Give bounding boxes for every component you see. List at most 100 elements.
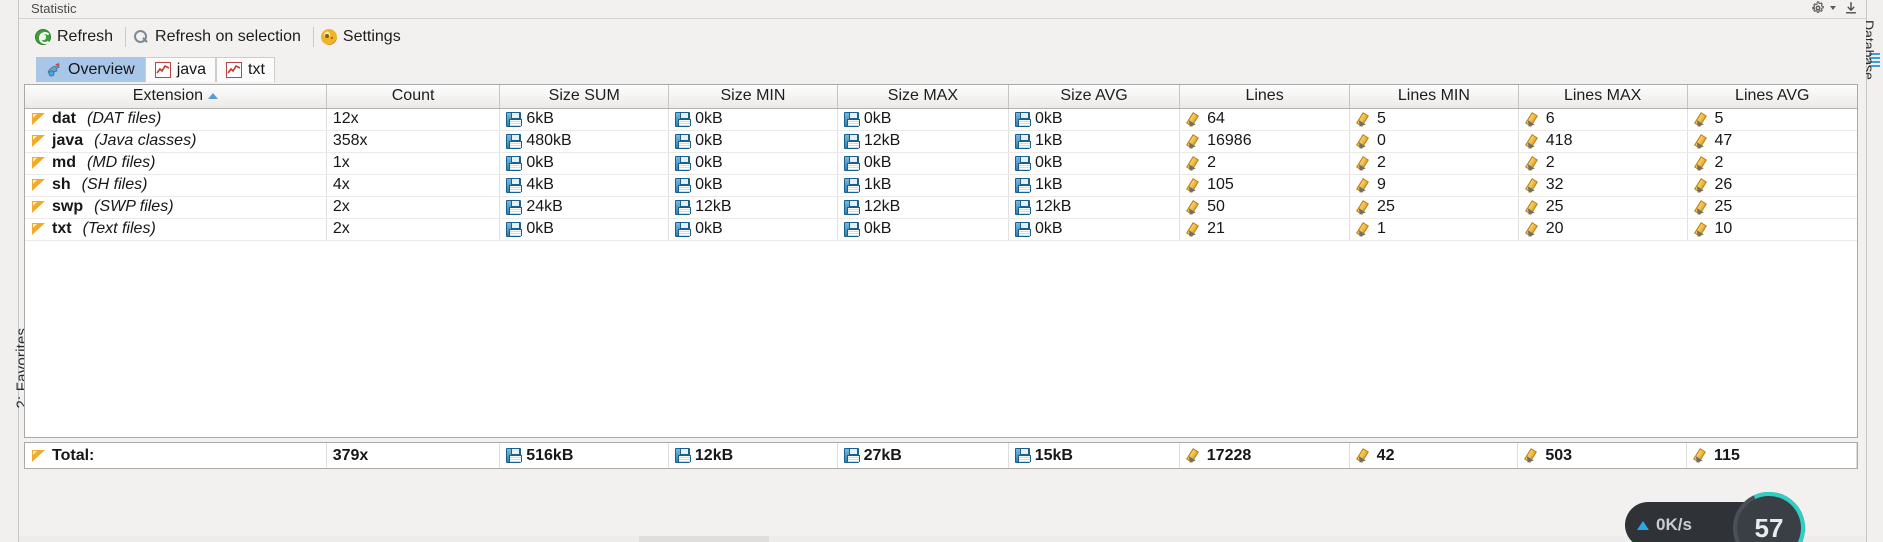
cell-total-size-sum: 516kB [499,443,669,468]
chart-icon [154,62,171,78]
column-header-extension[interactable]: Extension [25,85,327,109]
pencil-icon [1356,178,1372,193]
statistic-toolbar: Refresh Refresh on selection Settings [19,19,1866,54]
hide-window-icon[interactable] [1844,1,1858,15]
cell-total-size-min: 12kB [668,443,838,468]
cell-size-min: 0kB [668,152,838,175]
cell-total-size-max-value: 27kB [863,446,902,464]
cell-size-min-value: 0kB [695,132,723,149]
pencil-icon [1356,112,1372,127]
floppy-disk-icon [1014,199,1031,215]
sort-ascending-icon [208,93,219,100]
pencil-icon [1186,448,1202,463]
column-header-lines-min[interactable]: Lines MIN [1349,85,1519,109]
cell-total-lines-min: 42 [1349,443,1519,468]
file-type-icon [31,112,47,126]
pencil-icon [1356,156,1372,171]
pencil-icon [1186,200,1202,215]
column-header-lines[interactable]: Lines [1179,85,1351,109]
cell-count-value: 1x [332,154,350,171]
cell-count-value: 358x [332,132,368,149]
cell-lines-avg-value: 25 [1714,198,1733,215]
table-row[interactable]: java (Java classes) 358x 480kB 0kB 12kB 1kB 169… [25,130,1857,153]
upload-arrow-icon [1637,520,1649,530]
cell-size-max-value: 0kB [863,220,892,237]
statistics-table[interactable]: Extension Count Size SUM Size MIN Size M… [24,84,1858,438]
column-header-count[interactable]: Count [326,85,501,109]
cell-count-value: 12x [332,110,359,127]
tab-bar: Overview java txt [19,54,1866,82]
cell-count: 1x [326,152,501,175]
settings-button[interactable]: Settings [317,24,410,50]
column-header-lines-max[interactable]: Lines MAX [1518,85,1688,109]
tab-txt[interactable]: txt [216,57,275,82]
statistics-table-element: Extension Count Size SUM Size MIN Size M… [25,85,1857,241]
pencil-icon [1525,200,1541,215]
floppy-disk-icon [506,155,523,171]
cell-total-count: 379x [326,443,501,468]
cell-extension: sh (SH files) [25,174,327,197]
cell-lines-avg: 2 [1687,152,1857,175]
cell-total-size-max: 27kB [837,443,1009,468]
cell-size-min: 0kB [668,174,838,197]
extension-description: (Text files) [82,220,156,237]
cell-lines-avg: 26 [1687,174,1857,197]
cell-lines-min-value: 2 [1377,154,1386,171]
cell-count: 2x [326,196,501,219]
cell-total-lines-avg: 115 [1686,443,1857,468]
pencil-icon [1694,200,1710,215]
network-speed-widget[interactable]: 0K/s 57 [1625,481,1855,542]
total-label: Total: [52,446,95,464]
pencil-icon [1694,222,1710,237]
cell-size-sum: 6kB [499,108,670,131]
cell-extension: txt (Text files) [25,218,327,241]
right-tool-rail: Database [1861,0,1883,542]
floppy-disk-icon [506,448,523,463]
column-header-size-sum[interactable]: Size SUM [499,85,670,109]
cell-size-max-value: 0kB [863,110,892,127]
cell-count: 12x [326,108,501,131]
extension-description: (DAT files) [87,110,162,127]
cell-size-avg: 0kB [1008,152,1181,175]
tab-java[interactable]: java [144,57,217,82]
chevron-down-icon[interactable] [1830,6,1836,10]
column-header-size-avg[interactable]: Size AVG [1008,85,1181,109]
floppy-disk-icon [843,111,860,127]
floppy-disk-icon [843,177,860,193]
cell-size-avg: 0kB [1008,108,1181,131]
cell-size-sum-value: 6kB [526,110,554,127]
extension-description: (SH files) [81,176,148,193]
pencil-icon [1356,448,1372,463]
floppy-disk-icon [675,177,692,193]
table-row[interactable]: md (MD files) 1x 0kB 0kB 0kB 0kB 2 2 2 2 [25,152,1857,175]
column-header-lines-avg[interactable]: Lines AVG [1687,85,1857,109]
cell-lines: 64 [1179,108,1351,131]
cell-lines-min: 9 [1349,174,1519,197]
refresh-button[interactable]: Refresh [31,24,122,50]
pencil-icon [1525,178,1541,193]
extension-name: java [52,132,84,149]
table-row[interactable]: dat (DAT files) 12x 6kB 0kB 0kB 0kB 64 5 6 5 [25,108,1857,131]
refresh-on-selection-button[interactable]: Refresh on selection [129,24,310,50]
cell-lines-value: 2 [1207,154,1217,171]
column-header-label: Extension [132,87,204,105]
cell-size-sum-value: 480kB [526,132,572,149]
gear-icon[interactable] [1811,1,1825,15]
column-header-size-min[interactable]: Size MIN [668,85,838,109]
toolbar-separator [312,26,314,47]
cell-size-max: 1kB [837,174,1009,197]
table-row[interactable]: txt (Text files) 2x 0kB 0kB 0kB 0kB 21 1 20 10 [25,218,1857,241]
cell-lines-max: 25 [1518,196,1688,219]
cell-extension: swp (SWP files) [25,196,327,219]
file-type-icon [31,449,47,463]
cell-lines-max: 418 [1518,130,1688,153]
extension-description: (SWP files) [94,198,174,215]
cell-size-sum-value: 4kB [526,176,554,193]
pencil-icon [1356,222,1372,237]
settings-icon [320,28,337,45]
tab-overview[interactable]: Overview [36,57,145,82]
cell-total-label: Total: [25,443,327,468]
table-row[interactable]: sh (SH files) 4x 4kB 0kB 1kB 1kB 105 9 32 26 [25,174,1857,197]
table-row[interactable]: swp (SWP files) 2x 24kB 12kB 12kB 12kB 50 25 25 25 [25,196,1857,219]
column-header-size-max[interactable]: Size MAX [837,85,1009,109]
